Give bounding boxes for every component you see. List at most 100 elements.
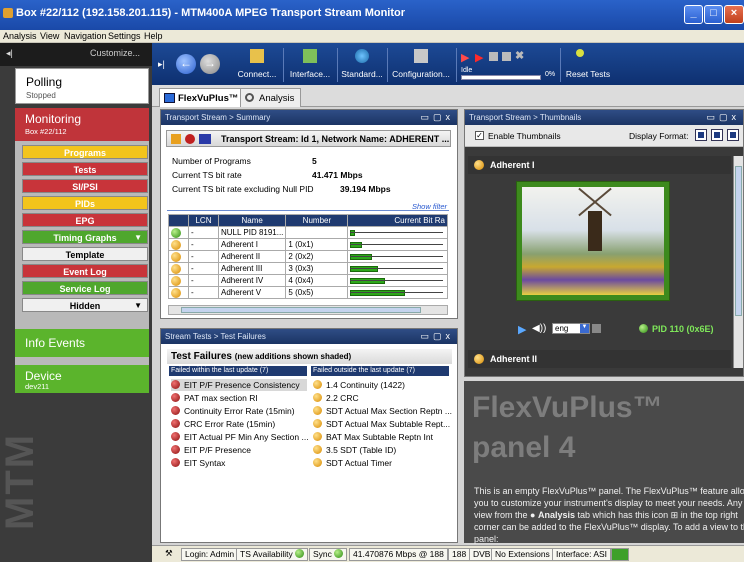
failure-item[interactable]: EIT P/F Presence Consistency [171,379,307,391]
status-cell [168,250,189,263]
table-row[interactable]: - Adherent II 2 (0x2) [168,250,448,263]
vertical-scrollbar[interactable] [733,156,743,368]
play-button[interactable]: ▶ [475,51,483,64]
maximize-button[interactable]: □ [704,5,723,24]
configuration-button[interactable]: Configuration... [388,43,454,85]
timing-graphs-button[interactable]: Timing Graphs ▼ [22,230,148,244]
device-button[interactable]: Device dev211 [15,365,149,393]
tab-flexvuplus[interactable]: FlexVuPlus™ [159,88,246,107]
hidden-button[interactable]: Hidden ▼ [22,298,148,312]
interface-button[interactable]: Interface... [284,43,336,85]
horizontal-scrollbar[interactable] [168,305,448,315]
table-row[interactable]: - NULL PID 8191... [168,226,448,239]
table-row[interactable]: - Adherent I1 (0x1) [168,238,448,251]
menu-settings[interactable]: Settings [108,31,141,41]
tools-icon[interactable]: ⚒ [162,548,182,561]
format-single-icon[interactable] [695,129,707,141]
forward-button[interactable]: → [200,54,220,74]
play-icon[interactable]: ▶ [518,323,526,336]
number-cell: 5 (0x5) [285,286,349,299]
connect-button[interactable]: Connect... [232,43,282,85]
menu-navigation[interactable]: Navigation [64,31,107,41]
expand-icon[interactable]: ▸| [158,59,165,70]
failure-item[interactable]: SDT Actual Max Section Reptn ... [313,405,452,417]
summary-panel-header: Transport Stream > Summary ▭▢x [161,110,457,125]
reset-tests-button[interactable]: Reset Tests [562,43,614,85]
stop-icon[interactable] [592,324,601,333]
summary-panel: Transport Stream > Summary ▭▢x Transport… [160,109,458,319]
volume-icon[interactable]: ◀)) [532,323,546,334]
failure-item[interactable]: 3.5 SDT (Table ID) [313,444,396,456]
col-lcn[interactable]: LCN [188,214,219,227]
menu-analysis[interactable]: Analysis [3,31,37,41]
menu-help[interactable]: Help [144,31,163,41]
ts-icon [171,134,181,144]
thumbnail-frame[interactable] [516,181,670,301]
format-list-icon[interactable] [711,129,723,141]
failure-item[interactable]: EIT Actual PF Min Any Section ... [171,431,309,443]
programs-button[interactable]: Programs [22,145,148,159]
stop-button[interactable] [489,52,498,61]
hidden-label: Hidden [69,301,101,311]
col-name[interactable]: Name [217,214,287,227]
failure-item[interactable]: EIT Syntax [171,457,225,469]
failure-item[interactable]: Continuity Error Rate (15min) [171,405,295,417]
failure-item[interactable]: CRC Error Rate (15min) [171,418,275,430]
failure-item[interactable]: 1.4 Continuity (1422) [313,379,405,391]
polling-button[interactable]: Polling Stopped [15,68,149,104]
status-dot [171,419,180,428]
language-select[interactable]: eng ▼ [552,323,590,334]
empty-panel-title: FlexVuPlus™ [472,391,663,424]
monitoring-button[interactable]: Monitoring Box #22/112 [15,108,149,141]
failure-item[interactable]: BAT Max Subtable Reptn Int [313,431,433,443]
pause-button[interactable] [502,52,511,61]
col-bitrate[interactable]: Current Bit Ra [347,214,448,227]
tests-button[interactable]: Tests [22,162,148,176]
failure-item[interactable]: EIT P/F Presence [171,444,251,456]
left-pane: ◂| Customize... Polling Stopped Monitori… [0,43,152,562]
summary-row: Current TS bit rate 41.471 Mbps [172,170,363,180]
scroll-thumb[interactable] [181,307,421,313]
failure-label: PAT max section RI [184,393,258,403]
failure-item[interactable]: SDT Actual Max Subtable Rept... [313,418,450,430]
toolbar: ▸| ← → Connect... Interface... Standard.… [152,43,744,85]
col-number[interactable]: Number [285,214,349,227]
maximize-icon: □ [710,7,717,19]
service-log-button[interactable]: Service Log [22,281,148,295]
info-events-button[interactable]: Info Events [15,329,149,357]
customize-link[interactable]: Customize... [90,48,140,58]
template-button[interactable]: Template [22,247,148,261]
status-dot [295,549,305,558]
format-grid-icon[interactable] [727,129,739,141]
event-log-button[interactable]: Event Log [22,264,148,278]
scroll-thumb[interactable] [735,166,742,316]
failure-label: SDT Actual Max Subtable Rept... [326,419,451,429]
panel-controls[interactable]: ▭▢x [420,110,454,125]
back-button[interactable]: ← [176,54,196,74]
enable-thumbnails-checkbox[interactable]: ✓ [475,131,484,140]
lcn-cell: - [188,238,219,251]
table-row[interactable]: - Adherent IV 4 (0x4) [168,274,448,287]
failure-item[interactable]: PAT max section RI [171,392,258,404]
failure-item[interactable]: SDT Actual Timer [313,457,392,469]
standard-button[interactable]: Standard... [338,43,386,85]
ts-availability-status: TS Availability [236,548,309,561]
mtm-watermark: MTM [0,432,42,530]
collapse-icon[interactable]: ◂| [6,48,13,59]
clear-icon[interactable]: ✖ [515,49,524,62]
table-row[interactable]: - Adherent III 3 (0x3) [168,262,448,275]
menu-view[interactable]: View [40,31,59,41]
grid-status-icon[interactable] [611,548,629,561]
minimize-button[interactable]: _ [684,5,703,24]
close-button[interactable]: × [724,5,744,24]
si-psi-button[interactable]: SI/PSI [22,179,148,193]
panel-controls[interactable]: ▭▢x [420,329,454,344]
failure-item[interactable]: 2.2 CRC [313,392,359,404]
failure-label: EIT P/F Presence [184,445,251,455]
pids-button[interactable]: PIDs [22,196,148,210]
panel-controls[interactable]: ▭▢x [706,110,740,125]
table-row[interactable]: - Adherent V5 (0x5) [168,286,448,299]
record-icon[interactable]: ▶ [461,51,469,64]
tab-analysis[interactable]: Analysis [240,88,302,107]
epg-button[interactable]: EPG [22,213,148,227]
